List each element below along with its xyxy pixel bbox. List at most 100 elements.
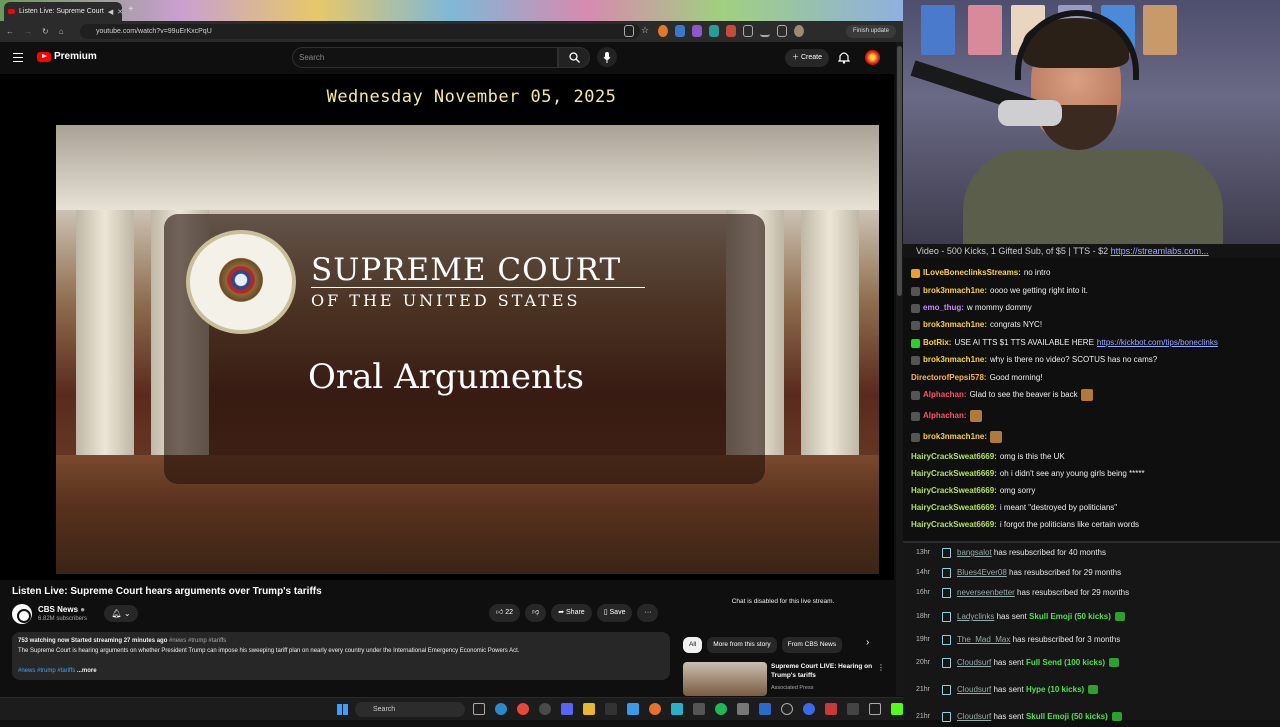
chat-username[interactable]: emo_thug:: [923, 300, 964, 316]
app-icon[interactable]: [693, 703, 705, 715]
event-username[interactable]: The_Mad_Max: [957, 635, 1010, 644]
chip-all[interactable]: All: [683, 637, 703, 653]
browser-tab[interactable]: Listen Live: Supreme Court ◀ ✕: [4, 2, 122, 21]
finish-update-button[interactable]: Finish update: [846, 25, 896, 38]
chat-username[interactable]: HairyCrackSweat6669:: [911, 517, 997, 533]
channel-name[interactable]: CBS News ●: [38, 605, 85, 614]
kick-icon[interactable]: [891, 703, 903, 715]
event-username[interactable]: Cloudsurf: [957, 685, 991, 694]
chat-username[interactable]: brok3nmach1ne:: [923, 317, 987, 333]
bookmark-star-icon[interactable]: ☆: [641, 25, 651, 37]
chat-link[interactable]: https://kickbot.com/tips/boneclinks: [1097, 335, 1218, 351]
chat-message: HairyCrackSweat6669: oh i didn't see any …: [911, 466, 1145, 482]
tab-close-icon[interactable]: ✕: [117, 8, 122, 16]
edge-icon[interactable]: [495, 703, 507, 715]
chat-username[interactable]: brok3nmach1ne:: [923, 283, 987, 299]
chat-username[interactable]: brok3nmach1ne:: [923, 429, 987, 445]
back-icon[interactable]: ←: [6, 27, 14, 36]
event-username[interactable]: Blues4Ever08: [957, 568, 1007, 577]
search-button[interactable]: [558, 47, 590, 68]
chat-username[interactable]: DirectorofPepsi578:: [911, 370, 987, 386]
channel-avatar[interactable]: [12, 604, 32, 624]
event-username[interactable]: Ladyclinks: [957, 612, 994, 621]
url-field[interactable]: youtube.com/watch?v=99uErKxcPqU: [80, 24, 640, 39]
snip-icon[interactable]: [847, 703, 859, 715]
new-tab-button[interactable]: +: [128, 5, 138, 15]
dislike-button[interactable]: 👎︎: [525, 604, 547, 622]
extension-orange-icon[interactable]: [658, 25, 668, 37]
subscription-bell-button[interactable]: 🔔︎ ⌄: [104, 605, 138, 622]
event-username[interactable]: Cloudsurf: [957, 658, 991, 667]
terminal-icon[interactable]: [605, 703, 617, 715]
save-button[interactable]: ▯ Save: [596, 604, 633, 622]
install-app-icon[interactable]: [624, 25, 634, 37]
event-username[interactable]: bangsalot: [957, 548, 992, 557]
chat-username[interactable]: HairyCrackSweat6669:: [911, 483, 997, 499]
recommended-thumbnail[interactable]: [683, 662, 767, 696]
description-tags[interactable]: #news #trump #tariffs: [18, 668, 75, 674]
sidebar-icon[interactable]: [777, 25, 787, 37]
show-more-link[interactable]: ...more: [77, 668, 97, 674]
more-actions-button[interactable]: ···: [637, 604, 659, 622]
chat-username[interactable]: Alphachan:: [923, 408, 967, 424]
chip-more-from-story[interactable]: More from this story: [707, 637, 777, 653]
chat-username[interactable]: BotRix:: [923, 335, 951, 351]
scrollbar-thumb[interactable]: [897, 46, 902, 296]
event-gift: Full Send (100 kicks): [1025, 658, 1106, 667]
event-username[interactable]: neverseenbetter: [957, 588, 1015, 597]
search-input[interactable]: Search: [292, 47, 558, 68]
youtube-logo[interactable]: Premium: [37, 51, 97, 62]
ticker-link[interactable]: https://streamlabs.com...: [1111, 246, 1209, 256]
reload-icon[interactable]: ↻: [42, 27, 49, 36]
hamburger-menu-icon[interactable]: [13, 53, 23, 62]
notifications-bell-icon[interactable]: [837, 51, 851, 64]
pin-icon[interactable]: [825, 703, 837, 715]
extension-shield-icon[interactable]: [726, 25, 736, 37]
blue-app-icon[interactable]: [803, 703, 815, 715]
extensions-puzzle-icon[interactable]: [743, 25, 753, 37]
chat-username[interactable]: HairyCrackSweat6669:: [911, 500, 997, 516]
tab-audio-icon[interactable]: ◀: [108, 8, 113, 16]
spotify-icon[interactable]: [715, 703, 727, 715]
taskbar-search[interactable]: Search: [355, 702, 465, 717]
game-icon[interactable]: [737, 703, 749, 715]
description-box[interactable]: 753 watching now Started streaming 27 mi…: [12, 632, 670, 680]
chat-username[interactable]: HairyCrackSweat6669:: [911, 449, 997, 465]
home-icon[interactable]: ⌂: [59, 27, 64, 36]
chat-text: omg sorry: [999, 486, 1036, 495]
share-button[interactable]: ➦ Share: [551, 604, 592, 622]
chat-username[interactable]: brok3nmach1ne:: [923, 352, 987, 368]
monitor-icon[interactable]: [869, 703, 881, 715]
cloud-icon[interactable]: [671, 703, 683, 715]
folder-icon[interactable]: [583, 703, 595, 715]
chat-username[interactable]: ILoveBoneclinksStreams:: [923, 265, 1021, 281]
recommended-title[interactable]: Supreme Court LIVE: Hearing on Trump's t…: [771, 662, 876, 680]
thumbs-up-icon: 👍︎: [496, 609, 504, 616]
extension-teal-icon[interactable]: [709, 25, 719, 37]
forward-icon[interactable]: →: [24, 27, 32, 36]
voice-search-button[interactable]: [597, 47, 617, 67]
chip-from-cbs[interactable]: From CBS News: [781, 637, 843, 653]
chevron-right-icon[interactable]: ›: [866, 637, 869, 648]
user-avatar[interactable]: [865, 50, 880, 65]
extension-blue-icon[interactable]: [675, 25, 685, 37]
recommended-menu-icon[interactable]: ⋮: [877, 663, 885, 672]
chat-username[interactable]: HairyCrackSweat6669:: [911, 466, 997, 482]
obs-icon[interactable]: [781, 703, 793, 715]
discord-icon[interactable]: [561, 703, 573, 715]
firefox-icon[interactable]: [649, 703, 661, 715]
chrome-beta-icon[interactable]: [539, 703, 551, 715]
vscode-icon[interactable]: [759, 703, 771, 715]
task-view-icon[interactable]: [473, 703, 485, 715]
windows-start-icon[interactable]: [337, 704, 348, 715]
profile-icon[interactable]: [794, 25, 804, 37]
extension-purple-icon[interactable]: [692, 25, 702, 37]
page-scrollbar[interactable]: [896, 42, 903, 696]
send-icon[interactable]: [627, 703, 639, 715]
chrome-icon[interactable]: [517, 703, 529, 715]
like-button[interactable]: 👍︎ 22: [489, 604, 521, 622]
chat-username[interactable]: Alphachan:: [923, 387, 967, 403]
create-button[interactable]: ＋ Create: [785, 49, 829, 67]
video-player[interactable]: Wednesday November 05, 2025 SUPREME COUR…: [0, 74, 894, 580]
download-icon[interactable]: [760, 25, 770, 37]
